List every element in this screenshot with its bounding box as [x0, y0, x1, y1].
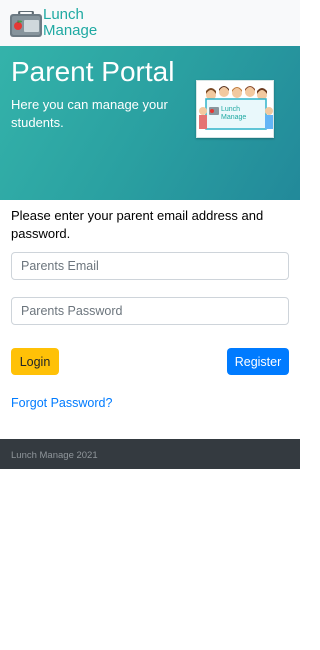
- lunchbox-icon: [10, 11, 42, 37]
- children-illustration-icon: Lunch Manage: [199, 86, 273, 130]
- brand-name-line2: Manage: [43, 22, 98, 39]
- parents-password-input[interactable]: [11, 297, 289, 325]
- login-instructions: Please enter your parent email address a…: [11, 208, 264, 241]
- forgot-password-link[interactable]: Forgot Password?: [11, 395, 112, 411]
- top-navbar: Lunch Manage: [0, 0, 300, 46]
- hero-illustration: Lunch Manage: [196, 80, 274, 138]
- brand-name: Lunch Manage: [43, 7, 97, 39]
- register-button[interactable]: Register: [227, 348, 289, 375]
- sign-text-line2: Manage: [221, 114, 246, 121]
- footer: Lunch Manage 2021: [0, 439, 300, 469]
- footer-copyright: Lunch Manage 2021: [11, 450, 98, 461]
- brand-name-line1: Lunch: [43, 6, 84, 23]
- login-button[interactable]: Login: [11, 348, 59, 375]
- page-subtitle: Here you can manage your students.: [11, 97, 168, 130]
- sign-text-line1: Lunch: [221, 106, 240, 113]
- parents-email-input[interactable]: [11, 252, 289, 280]
- brand-link[interactable]: Lunch Manage: [10, 6, 102, 40]
- page-title: Parent Portal: [11, 56, 175, 87]
- hero-banner: Parent Portal Here you can manage your s…: [0, 46, 300, 200]
